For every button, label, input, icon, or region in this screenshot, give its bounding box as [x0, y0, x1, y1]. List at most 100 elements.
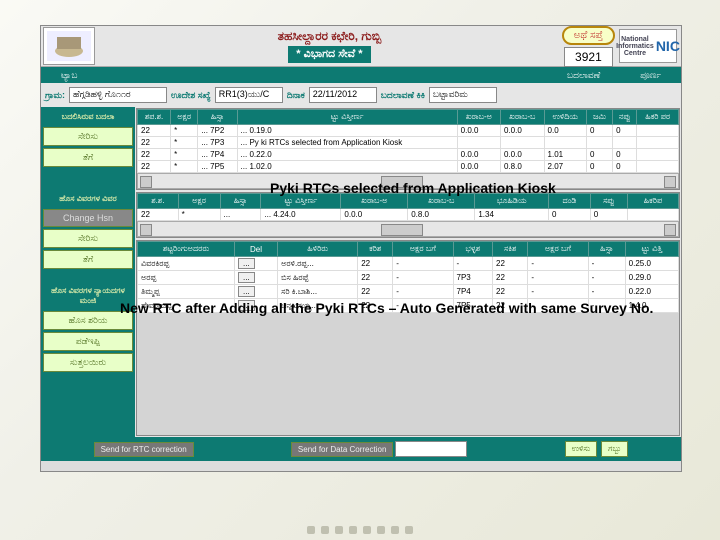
- btn-around[interactable]: ಸುತ್ತಲಯಿರು: [43, 353, 133, 372]
- mutation-field[interactable]: RR1(3)ಯು/C: [215, 87, 283, 103]
- btn-send-data-correction[interactable]: Send for Data Correction: [291, 442, 394, 457]
- service-subtitle: * ವಿಭಾಗದ ಸೇವೆ *: [288, 46, 370, 63]
- grid-1[interactable]: ಶಪ.ಶ. ಅಕ್ಷರ ಹಿಸ್ಸಾ ಟ್ಟು ವಿಸ್ತೀರ್ಣ ಖರಾಬ-ಅ…: [136, 108, 680, 190]
- table-cell: -: [393, 271, 453, 285]
- grid-2[interactable]: ಶ.ಶ. ಅಕ್ಷರ ಹಿಸ್ಸಾ ಟ್ಟು ವಿಸ್ತೀರ್ಣ ಖರಾಬ-ಅ …: [136, 192, 680, 238]
- table-cell: ತಿಮ್ಮಪ್ಪ: [138, 285, 235, 299]
- table-cell: 1.01: [544, 149, 586, 161]
- del-button[interactable]: ...: [238, 286, 255, 297]
- menu-change[interactable]: ಬದಲಾವಣೆ: [547, 70, 620, 81]
- table-cell: 22: [138, 149, 171, 161]
- table-cell: [637, 149, 679, 161]
- table-cell: ... 0.22.0: [237, 149, 457, 161]
- date-field[interactable]: 22/11/2012: [309, 87, 377, 103]
- table-cell: -: [588, 257, 625, 271]
- table-cell: 22: [358, 285, 393, 299]
- footer-bar: Send for RTC correction Send for Data Co…: [41, 437, 681, 461]
- search-row: ಗ್ರಾಮ: ಹೆಗ್ಗಡಿಹಳ್ಳಿ ಗೊ೧೧ರ ಊದೇಶ ಸಖ್ಯೆ RR1…: [41, 83, 681, 107]
- grid-3[interactable]: ಶಟ್ಟರಿಂಗುಅದರರು Del ಹಿಳಿರಿರು ಕರಿಶ ಅಕ್ಷರ ಬ…: [136, 240, 680, 436]
- table-cell: [637, 125, 679, 137]
- side-head-2: ಹೊಸ ವಿವರಗಳ ವಿವರ: [43, 191, 133, 207]
- table-row[interactable]: ತಿಮ್ಮಪ್ಪ...ಸರಿ ಕಿ.ಬಾಶಿ...22-7P422--0.22.…: [138, 285, 679, 299]
- table-cell: ...: [220, 209, 261, 221]
- table-cell: 22: [138, 137, 171, 149]
- table-cell: 22: [138, 209, 179, 221]
- table-row[interactable]: ಅರಪ್ಪ...ಬಿಸ ಹಿರಪ್ಪೆ22-7P322--0.29.0: [138, 271, 679, 285]
- table-cell: [544, 137, 586, 149]
- table-row[interactable]: 22*... 7P5... 1.02.00.0.00.8.02.0700: [138, 161, 679, 173]
- table-row[interactable]: 22*... 7P4... 0.22.00.0.00.0.01.0100: [138, 149, 679, 161]
- table-cell: 22: [358, 257, 393, 271]
- application-window: ತಹಸೀಲ್ದಾರರ ಕಛೇರಿ, ಗುಬ್ಬಿ * ವಿಭಾಗದ ಸೇವೆ *…: [40, 25, 682, 472]
- table-cell: [637, 137, 679, 149]
- btn-get[interactable]: ಪಡೆಇಪ್ಪಿ: [43, 332, 133, 351]
- g2-col: ಹಿಕರಿಪ: [627, 194, 678, 209]
- table-cell: 22: [138, 161, 171, 173]
- footer-input[interactable]: [395, 441, 467, 457]
- callout-pyki-selected: Pyki RTCs selected from Application Kios…: [270, 180, 556, 196]
- table-cell: 22: [493, 271, 528, 285]
- table-cell: ... 7P5: [198, 161, 237, 173]
- table-cell: ಅರಳಿ.ರಪ್ಪ...: [278, 257, 358, 271]
- table-cell: -: [453, 257, 493, 271]
- table-cell: 0: [613, 161, 637, 173]
- menu-full[interactable]: ಪೂರ್ಣ: [620, 70, 681, 81]
- table-cell: -: [528, 285, 588, 299]
- table-cell: 0.25.0: [625, 257, 678, 271]
- table-cell: *: [171, 137, 198, 149]
- g1-col: ಅಕ್ಷರ: [171, 110, 198, 125]
- g1-col: ಟ್ಟು ವಿಸ್ತೀರ್ಣ: [237, 110, 457, 125]
- table-cell: [613, 137, 637, 149]
- hscroll-2[interactable]: [137, 221, 679, 237]
- g2-col: ಶ.ಶ.: [138, 194, 179, 209]
- title-bar: ತಹಸೀಲ್ದಾರರ ಕಛೇರಿ, ಗುಬ್ಬಿ * ವಿಭಾಗದ ಸೇವೆ *…: [41, 26, 681, 67]
- btn-change-hsn[interactable]: Change Hsn: [43, 209, 133, 227]
- menu-tab[interactable]: ಟ್ಯಾಬ: [41, 70, 97, 81]
- callout-new-rtc: New RTC after Adding all the Pyki RTCs –…: [120, 300, 653, 316]
- del-button[interactable]: ...: [238, 258, 255, 269]
- table-cell: 22: [358, 271, 393, 285]
- table-cell: -: [588, 285, 625, 299]
- btn-remove-1[interactable]: ತೆಗೆ: [43, 148, 133, 167]
- g3-col: ಶಟ್ಟರಿಂಗುಅದರರು: [138, 242, 235, 257]
- btn-remove-2[interactable]: ತೆಗೆ: [43, 250, 133, 269]
- counter-box: 3921: [564, 47, 613, 67]
- g3-col: ಟ್ಟು ವಿತ್ತಿ: [625, 242, 678, 257]
- btn-close[interactable]: ಗಬ್ಬು: [601, 441, 628, 457]
- table-cell: ...: [235, 285, 278, 299]
- g1-col: ನಪ್ಪು: [613, 110, 637, 125]
- table-row[interactable]: ವಿವರಕಿರಪ್ಪ...ಅರಳಿ.ರಪ್ಪ...22--22--0.25.0: [138, 257, 679, 271]
- table-cell: [637, 161, 679, 173]
- table-cell: ... 7P3: [198, 137, 237, 149]
- table-cell: 22: [493, 285, 528, 299]
- table-cell: *: [178, 209, 220, 221]
- reason-field[interactable]: ಬಟ್ಟಾವರಿಮ: [429, 87, 497, 103]
- del-button[interactable]: ...: [238, 272, 255, 283]
- table-cell: 0.8.0: [500, 161, 544, 173]
- reason-label: ಬದಲಾವಣೆ ಕಿಕಿ: [381, 90, 425, 101]
- table-cell: ... 7P4: [198, 149, 237, 161]
- table-cell: ಸರಿ ಕಿ.ಬಾಶಿ...: [278, 285, 358, 299]
- btn-send-rtc-correction[interactable]: Send for RTC correction: [94, 442, 194, 457]
- g3-col: ಭಳ್ಳಶ: [453, 242, 493, 257]
- btn-add-1[interactable]: ಸೇರಿಸು: [43, 127, 133, 146]
- table-cell: 0: [613, 149, 637, 161]
- table-cell: [586, 137, 612, 149]
- table-cell: 0: [613, 125, 637, 137]
- table-cell: -: [393, 285, 453, 299]
- btn-add-2[interactable]: ಸೇರಿಸು: [43, 229, 133, 248]
- table-cell: -: [528, 257, 588, 271]
- table-row[interactable]: 22*... 7P3... Py ki RTCs selected from A…: [138, 137, 679, 149]
- g2-col: ಸಪ್ಪು: [590, 194, 627, 209]
- menu-bar[interactable]: ಟ್ಯಾಬ ಬದಲಾವಣೆ ಪೂರ್ಣ: [41, 67, 681, 83]
- g3-col: Del: [235, 242, 278, 257]
- village-field[interactable]: ಹೆಗ್ಗಡಿಹಳ್ಳಿ ಗೊ೧೧ರ: [69, 87, 167, 103]
- table-cell: 0.29.0: [625, 271, 678, 285]
- mutation-label: ಊದೇಶ ಸಖ್ಯೆ: [171, 90, 211, 101]
- table-cell: 0.0.0: [500, 125, 544, 137]
- table-cell: 0: [590, 209, 627, 221]
- table-row[interactable]: 22*...... 4.24.00.0.00.8.01.3400: [138, 209, 679, 221]
- table-row[interactable]: 22*... 7P2... 0.19.00.0.00.0.00.000: [138, 125, 679, 137]
- table-cell: ವಿವರಕಿರಪ್ಪ: [138, 257, 235, 271]
- btn-save[interactable]: ಉಳಿಸು: [565, 441, 598, 457]
